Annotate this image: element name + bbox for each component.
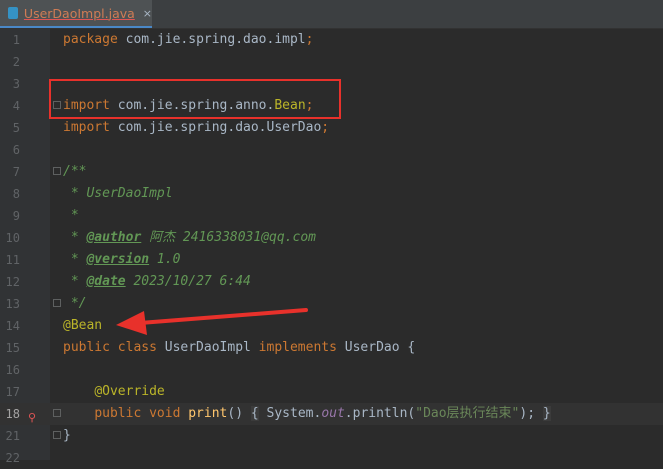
annotation-arrow bbox=[116, 308, 308, 335]
arrow-head bbox=[116, 311, 147, 335]
arrow-shaft bbox=[138, 308, 308, 325]
